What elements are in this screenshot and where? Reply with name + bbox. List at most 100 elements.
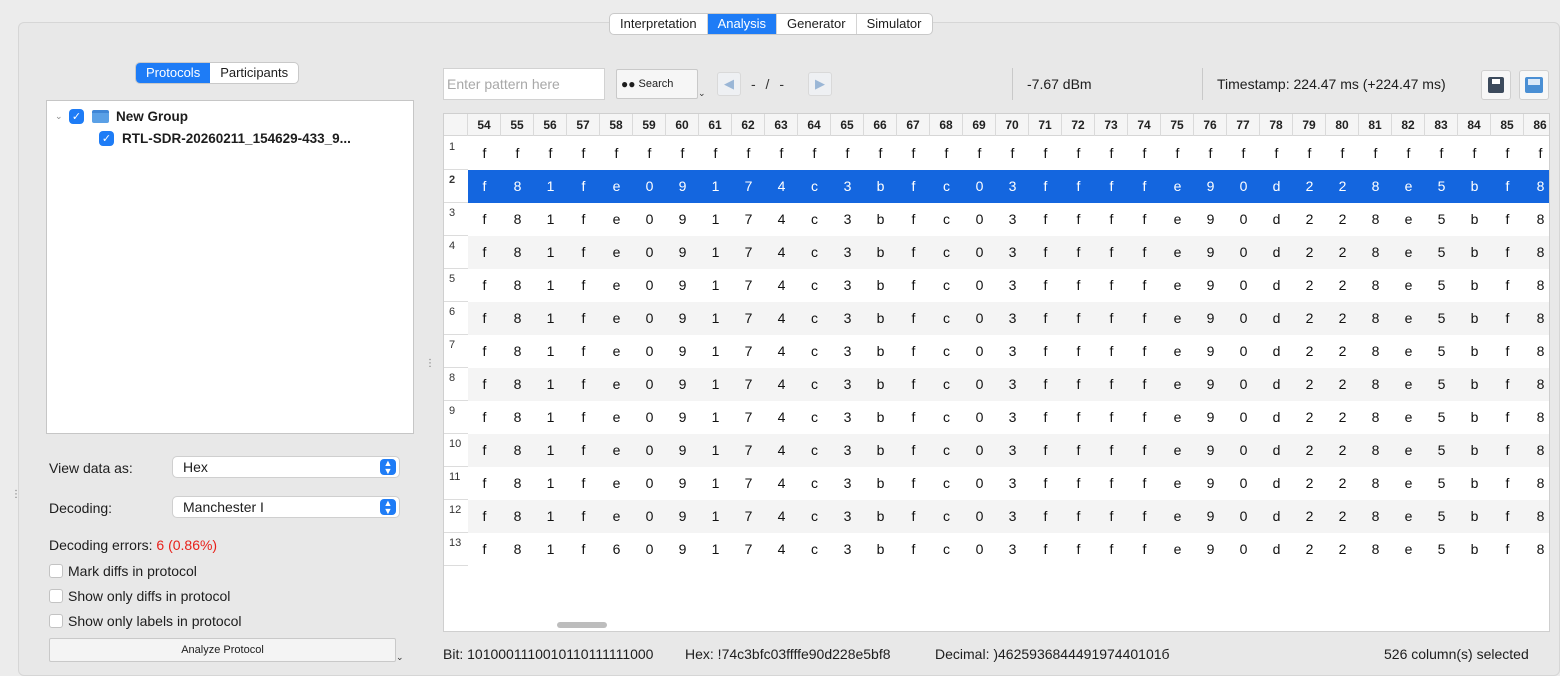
table-cell[interactable]: c (930, 500, 963, 533)
table-cell[interactable]: c (798, 533, 831, 566)
table-cell[interactable]: 5 (1425, 302, 1458, 335)
table-cell[interactable]: 0 (963, 203, 996, 236)
table-cell[interactable]: c (798, 401, 831, 434)
table-cell[interactable]: e (600, 401, 633, 434)
checkbox-box[interactable] (49, 564, 63, 578)
table-cell[interactable]: 3 (996, 401, 1029, 434)
table-cell[interactable]: 9 (666, 434, 699, 467)
table-cell[interactable]: c (798, 434, 831, 467)
table-cell[interactable]: 3 (831, 236, 864, 269)
table-cell[interactable]: 2 (1326, 203, 1359, 236)
table-row[interactable]: f81fe09174c3bfc03ffffe90d228e5bf8 (468, 368, 1549, 401)
column-header[interactable]: 58 (600, 114, 633, 136)
table-cell[interactable]: f (1491, 533, 1524, 566)
column-header[interactable]: 68 (930, 114, 963, 136)
table-cell[interactable]: 3 (996, 467, 1029, 500)
table-cell[interactable]: f (1062, 368, 1095, 401)
table-cell[interactable]: f (567, 368, 600, 401)
table-cell[interactable]: 8 (1524, 203, 1549, 236)
table-cell[interactable]: d (1260, 236, 1293, 269)
table-cell[interactable]: 8 (501, 236, 534, 269)
table-cell[interactable]: 9 (666, 170, 699, 203)
column-header[interactable]: 65 (831, 114, 864, 136)
table-cell[interactable]: f (468, 302, 501, 335)
table-cell[interactable]: b (1458, 269, 1491, 302)
table-cell[interactable]: 2 (1326, 236, 1359, 269)
table-cell[interactable]: f (1029, 467, 1062, 500)
table-cell[interactable]: 0 (1227, 203, 1260, 236)
table-cell[interactable]: 0 (963, 335, 996, 368)
table-cell[interactable]: f (1392, 137, 1425, 170)
table-cell[interactable]: f (897, 302, 930, 335)
row-header[interactable]: 11 (444, 467, 468, 500)
table-cell[interactable]: d (1260, 533, 1293, 566)
table-cell[interactable]: 4 (765, 236, 798, 269)
table-cell[interactable]: f (1062, 269, 1095, 302)
table-cell[interactable]: e (1392, 401, 1425, 434)
table-cell[interactable]: f (1260, 137, 1293, 170)
table-cell[interactable]: f (534, 137, 567, 170)
table-cell[interactable]: 3 (996, 335, 1029, 368)
table-cell[interactable]: 5 (1425, 533, 1458, 566)
table-cell[interactable]: f (831, 137, 864, 170)
table-cell[interactable]: c (798, 335, 831, 368)
table-cell[interactable]: f (567, 434, 600, 467)
table-cell[interactable]: f (1128, 467, 1161, 500)
table-cell[interactable]: 8 (501, 533, 534, 566)
table-cell[interactable]: c (930, 533, 963, 566)
table-cell[interactable]: 2 (1293, 170, 1326, 203)
table-cell[interactable]: 8 (1359, 302, 1392, 335)
table-cell[interactable]: 3 (996, 302, 1029, 335)
table-cell[interactable]: 2 (1293, 335, 1326, 368)
table-cell[interactable]: 4 (765, 170, 798, 203)
table-cell[interactable]: 3 (831, 170, 864, 203)
table-cell[interactable]: e (1161, 203, 1194, 236)
table-cell[interactable]: f (897, 500, 930, 533)
table-cell[interactable]: 0 (633, 434, 666, 467)
table-cell[interactable]: 8 (1359, 368, 1392, 401)
table-cell[interactable]: 3 (996, 236, 1029, 269)
table-cell[interactable]: 1 (534, 170, 567, 203)
table-cell[interactable]: 6 (600, 533, 633, 566)
show-only-diffs-checkbox[interactable]: Show only diffs in protocol (49, 588, 230, 604)
table-cell[interactable]: b (1458, 203, 1491, 236)
table-cell[interactable]: c (798, 170, 831, 203)
table-cell[interactable]: 0 (963, 500, 996, 533)
column-header[interactable]: 76 (1194, 114, 1227, 136)
table-cell[interactable]: 3 (996, 203, 1029, 236)
table-cell[interactable]: e (1161, 368, 1194, 401)
table-cell[interactable]: 3 (996, 434, 1029, 467)
table-cell[interactable]: d (1260, 170, 1293, 203)
table-cell[interactable]: f (567, 500, 600, 533)
table-cell[interactable]: 1 (534, 269, 567, 302)
table-cell[interactable]: f (1029, 236, 1062, 269)
table-cell[interactable]: f (1029, 170, 1062, 203)
table-cell[interactable]: 8 (1359, 203, 1392, 236)
table-cell[interactable]: e (1161, 335, 1194, 368)
table-cell[interactable]: c (798, 500, 831, 533)
table-cell[interactable]: 2 (1326, 170, 1359, 203)
table-cell[interactable]: e (1161, 269, 1194, 302)
table-cell[interactable]: f (1062, 137, 1095, 170)
table-cell[interactable]: c (930, 170, 963, 203)
table-cell[interactable]: c (930, 302, 963, 335)
row-header[interactable]: 9 (444, 401, 468, 434)
table-cell[interactable]: e (1392, 269, 1425, 302)
table-cell[interactable]: 2 (1293, 368, 1326, 401)
table-cell[interactable]: 0 (963, 467, 996, 500)
table-cell[interactable]: 5 (1425, 368, 1458, 401)
table-cell[interactable]: f (897, 170, 930, 203)
horizontal-scrollbar[interactable] (557, 622, 607, 628)
table-cell[interactable]: 2 (1326, 302, 1359, 335)
table-cell[interactable]: c (930, 467, 963, 500)
table-cell[interactable]: f (1491, 368, 1524, 401)
tree-protocol-row[interactable]: ✓ RTL-SDR-20260211_154629-433_9... (99, 128, 351, 148)
table-row[interactable]: f81fe09174c3bfc03ffffe90d228e5bf8 (468, 302, 1549, 335)
table-cell[interactable]: 1 (699, 203, 732, 236)
table-row[interactable]: f81fe09174c3bfc03ffffe90d228e5bf8 (468, 236, 1549, 269)
table-cell[interactable]: f (1062, 533, 1095, 566)
pattern-search-input[interactable] (443, 68, 605, 100)
table-cell[interactable]: 9 (1194, 269, 1227, 302)
table-cell[interactable]: 0 (633, 500, 666, 533)
table-cell[interactable]: f (468, 236, 501, 269)
